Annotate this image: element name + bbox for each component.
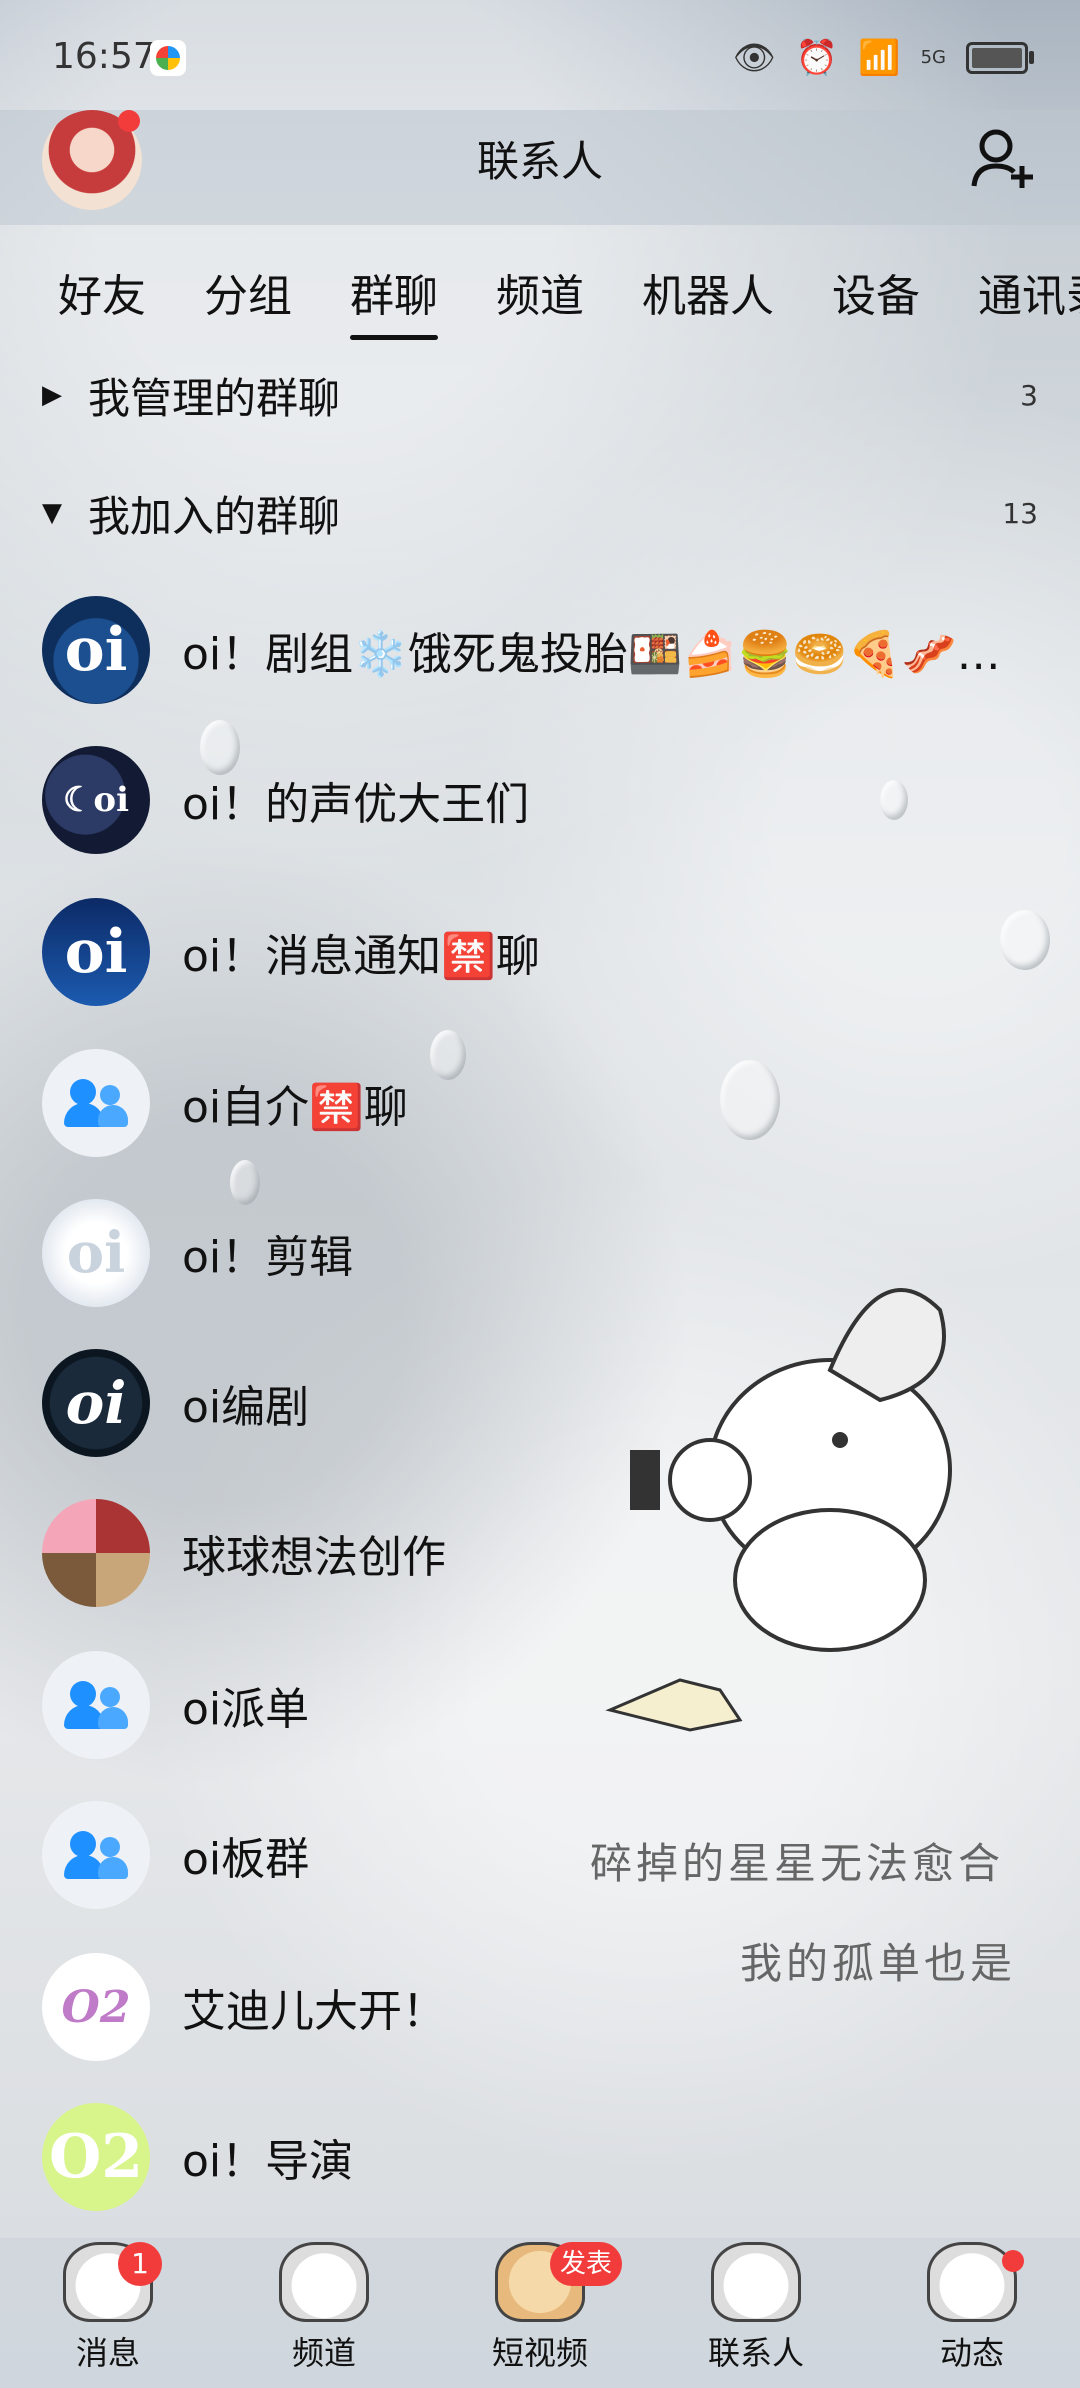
nav-label: 短视频	[491, 2334, 588, 2372]
group-row[interactable]: oi派单	[42, 1650, 1042, 1760]
group-avatar: oi	[42, 898, 150, 1006]
group-name: oi自介🈲聊	[182, 1082, 408, 1133]
section-joined-groups[interactable]: ▼ 我加入的群聊 13	[42, 483, 1038, 543]
notification-app-icon	[150, 40, 186, 76]
network-type: 5G	[920, 47, 946, 68]
section-label: 我管理的群聊	[88, 373, 341, 423]
group-row[interactable]: oi oi！消息通知🈲聊	[42, 897, 1042, 1007]
group-row[interactable]: oi板群	[42, 1800, 1042, 1910]
group-default-icon	[64, 1079, 128, 1127]
group-default-icon	[64, 1831, 128, 1879]
battery-icon	[966, 42, 1034, 74]
nav-label: 消息	[75, 2334, 140, 2372]
channels-icon	[279, 2242, 369, 2322]
group-row[interactable]: oi自介🈲聊	[42, 1048, 1042, 1158]
add-friend-icon[interactable]	[968, 122, 1038, 192]
moments-notification-dot	[1002, 2250, 1024, 2272]
section-label: 我加入的群聊	[88, 491, 341, 541]
group-avatar	[42, 1651, 150, 1759]
nav-label: 频道	[291, 2334, 356, 2372]
section-count: 13	[1002, 496, 1038, 530]
top-header: 联系人	[0, 110, 1080, 225]
nav-channels[interactable]: 频道	[224, 2238, 424, 2388]
post-badge: 发表	[550, 2242, 623, 2286]
tab-friends[interactable]: 好友	[58, 260, 146, 340]
group-avatar: oi	[42, 1349, 150, 1457]
group-avatar: oi	[42, 1199, 150, 1307]
nav-short-video[interactable]: 发表 短视频	[440, 2238, 640, 2388]
tab-address-book[interactable]: 通讯录	[978, 260, 1080, 340]
nav-label: 动态	[939, 2334, 1004, 2372]
unread-badge: 1	[118, 2242, 162, 2286]
tab-groups-category[interactable]: 分组	[204, 260, 292, 340]
group-row[interactable]: ☾oi oi！的声优大王们	[42, 745, 1042, 855]
bottom-navigation: 1 消息 频道 发表 短视频 联系人 动态	[0, 2238, 1080, 2388]
page-title: 联系人	[476, 137, 603, 186]
group-row[interactable]: oi oi！剧组❄️饿死鬼投胎🍱🍰🍔🥯🍕🥓…	[42, 595, 1042, 705]
nav-messages[interactable]: 1 消息	[8, 2238, 208, 2388]
group-name: 艾迪儿大开！	[182, 1986, 446, 2037]
group-name: oi！消息通知🈲聊	[182, 931, 540, 982]
group-avatar: O2	[42, 1953, 150, 2061]
group-row[interactable]: 球球想法创作	[42, 1498, 1042, 1608]
contacts-icon	[711, 2242, 801, 2322]
group-avatar: oi	[42, 596, 150, 704]
group-name: oi！剧组❄️饿死鬼投胎🍱🍰🍔🥯🍕🥓…	[182, 629, 1001, 680]
expanded-arrow-icon: ▼	[42, 498, 62, 528]
tab-devices[interactable]: 设备	[832, 260, 920, 340]
group-row[interactable]: O2 oi！导演	[42, 2102, 1042, 2212]
group-name: oi！导演	[182, 2136, 354, 2187]
status-time: 16:57	[52, 36, 156, 77]
section-managed-groups[interactable]: ▶ 我管理的群聊 3	[42, 365, 1038, 425]
group-name: oi派单	[182, 1684, 310, 1735]
status-bar: 16:57 👁 ⏰ 📶 5G	[0, 0, 1080, 110]
group-name: 球球想法创作	[182, 1532, 446, 1583]
system-icons: 👁 ⏰ 📶 5G	[732, 38, 1034, 78]
contacts-tab-bar: 好友 分组 群聊 频道 机器人 设备 通讯录	[58, 260, 1080, 340]
tab-group-chats[interactable]: 群聊	[350, 260, 438, 340]
group-default-icon	[64, 1681, 128, 1729]
group-name: oi！的声优大王们	[182, 779, 530, 830]
group-avatar: O2	[42, 2103, 150, 2211]
group-row[interactable]: O2 艾迪儿大开！	[42, 1952, 1042, 2062]
group-avatar	[42, 1499, 150, 1607]
tab-channels[interactable]: 频道	[496, 260, 584, 340]
group-avatar	[42, 1049, 150, 1157]
eye-icon: 👁	[732, 38, 776, 78]
group-name: oi！剪辑	[182, 1232, 354, 1283]
nav-moments[interactable]: 动态	[872, 2238, 1072, 2388]
group-row[interactable]: oi oi！剪辑	[42, 1198, 1042, 1308]
collapsed-arrow-icon: ▶	[42, 380, 62, 410]
alarm-icon: ⏰	[795, 38, 839, 78]
group-name: oi板群	[182, 1834, 310, 1885]
section-count: 3	[1020, 378, 1038, 412]
nav-label: 联系人	[707, 2334, 804, 2372]
group-avatar: ☾oi	[42, 746, 150, 854]
group-name: oi编剧	[182, 1382, 310, 1433]
tab-robots[interactable]: 机器人	[642, 260, 774, 340]
group-avatar	[42, 1801, 150, 1909]
wifi-icon: 📶	[858, 38, 901, 78]
group-row[interactable]: oi oi编剧	[42, 1348, 1042, 1458]
nav-contacts[interactable]: 联系人	[656, 2238, 856, 2388]
